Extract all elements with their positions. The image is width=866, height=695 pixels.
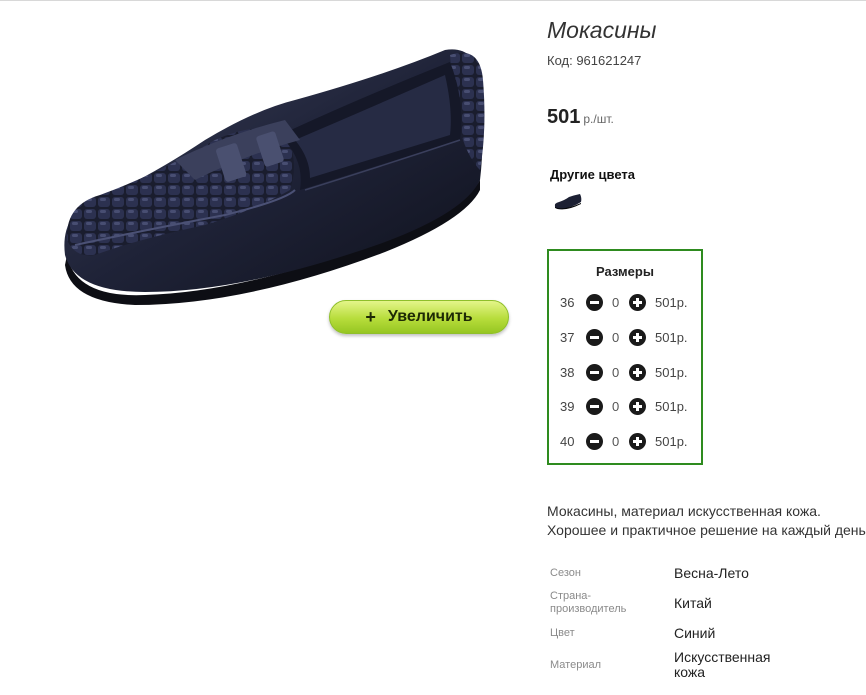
size-row: 40 0 501р. [549, 432, 701, 452]
price-unit: р./шт. [583, 112, 614, 126]
other-colors-heading: Другие цвета [550, 167, 635, 182]
color-thumbnail[interactable] [553, 193, 583, 213]
plus-icon[interactable] [629, 398, 646, 415]
size-price: 501р. [655, 330, 688, 345]
size-label: 39 [560, 399, 575, 414]
zoom-button[interactable]: + Увеличить [329, 300, 509, 334]
minus-icon[interactable] [586, 433, 603, 450]
attribute-label: Сезон [550, 567, 581, 579]
attribute-label: Страна-производитель [550, 590, 627, 615]
size-price: 501р. [655, 365, 688, 380]
size-label: 38 [560, 365, 575, 380]
size-quantity: 0 [612, 365, 620, 380]
size-price: 501р. [655, 399, 688, 414]
size-label: 37 [560, 330, 575, 345]
size-label: 36 [560, 295, 575, 310]
product-code: Код: 961621247 [547, 53, 642, 68]
product-price: 501 р./шт. [547, 106, 614, 129]
size-row: 38 0 501р. [549, 363, 701, 383]
attribute-label: Материал [550, 659, 601, 671]
zoom-button-label: Увеличить [387, 308, 473, 325]
size-quantity: 0 [612, 399, 620, 414]
plus-icon: + [365, 306, 376, 327]
product-image[interactable] [55, 40, 495, 310]
size-row: 39 0 501р. [549, 397, 701, 417]
size-quantity: 0 [612, 295, 620, 310]
size-quantity: 0 [612, 330, 620, 345]
size-label: 40 [560, 434, 575, 449]
minus-icon[interactable] [586, 398, 603, 415]
price-amount: 501 [547, 106, 581, 128]
attribute-value: Искусственная кожа [674, 649, 771, 680]
minus-icon[interactable] [586, 329, 603, 346]
plus-icon[interactable] [629, 364, 646, 381]
sizes-heading: Размеры [596, 264, 654, 279]
minus-icon[interactable] [586, 294, 603, 311]
size-price: 501р. [655, 295, 688, 310]
size-row: 37 0 501р. [549, 328, 701, 348]
minus-icon[interactable] [586, 364, 603, 381]
size-row: 36 0 501р. [549, 293, 701, 313]
plus-icon[interactable] [629, 433, 646, 450]
product-title: Мокасины [547, 17, 657, 43]
size-quantity: 0 [612, 434, 620, 449]
attribute-value: Весна-Лето [674, 565, 749, 581]
attribute-label: Цвет [550, 627, 575, 639]
sizes-panel: Размеры 36 0 501р. 37 0 501р. 38 0 501р.… [547, 249, 703, 465]
attribute-value: Китай [674, 595, 712, 611]
top-divider [0, 0, 866, 1]
attribute-value: Синий [674, 625, 716, 641]
size-price: 501р. [655, 434, 688, 449]
plus-icon[interactable] [629, 329, 646, 346]
product-description: Мокасины, материал искусственная кожа. Х… [547, 503, 866, 538]
plus-icon[interactable] [629, 294, 646, 311]
